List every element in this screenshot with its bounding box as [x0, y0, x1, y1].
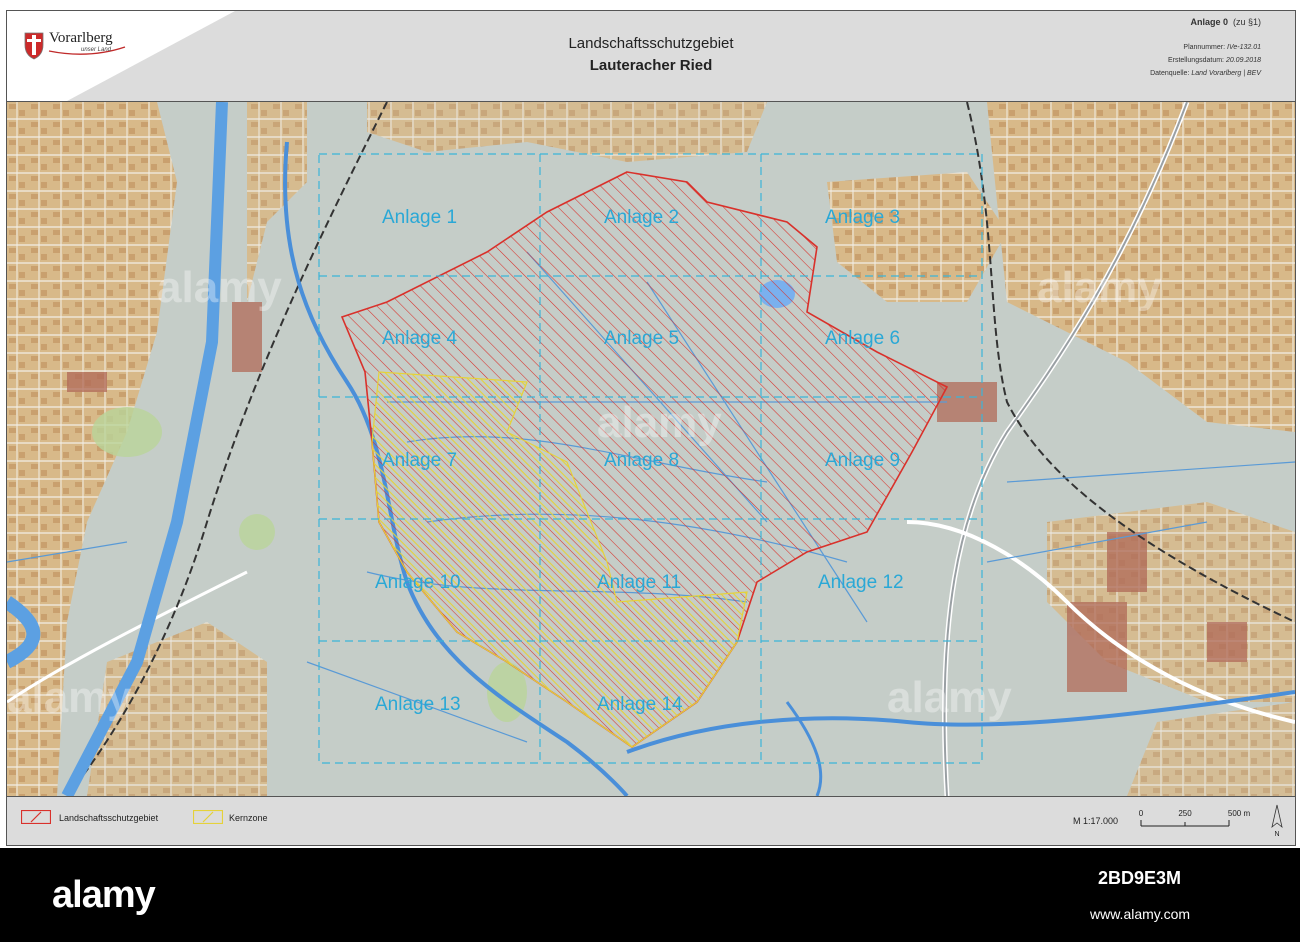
map-canvas: Anlage 1 Anlage 2 Anlage 3 Anlage 4 Anla…	[7, 101, 1295, 799]
map-subtitle: Lauteracher Ried	[589, 57, 713, 74]
creation-date: Erstellungsdatum: 20.09.2018	[1167, 57, 1261, 64]
scale-tick-0: 0	[1139, 809, 1144, 818]
anlage-label-8[interactable]: Anlage 8	[604, 450, 679, 471]
map-area[interactable]: Anlage 1 Anlage 2 Anlage 3 Anlage 4 Anla…	[7, 101, 1295, 799]
anlage-label-2[interactable]: Anlage 2	[604, 207, 679, 228]
watermark: alamy	[7, 673, 132, 722]
anlage-label-11[interactable]: Anlage 11	[597, 572, 681, 593]
legend-swatch-protected-area	[21, 810, 51, 824]
data-source: Datenquelle: Land Vorarlberg | BEV	[1150, 70, 1261, 77]
watermark: alamy	[157, 263, 282, 312]
stock-image-id: 2BD9E3M	[1098, 868, 1182, 888]
scale-ratio: M 1:17.000	[1073, 816, 1119, 826]
anlage-label-6[interactable]: Anlage 6	[825, 328, 900, 349]
anlage-label-12[interactable]: Anlage 12	[818, 572, 904, 593]
anlage-label-4[interactable]: Anlage 4	[382, 328, 457, 349]
anlage-label-1[interactable]: Anlage 1	[382, 207, 457, 228]
legend-label-protected-area: Landschaftsschutzgebiet	[59, 813, 159, 823]
map-footer: Landschaftsschutzgebiet Kernzone M 1:17.…	[7, 796, 1295, 845]
anlage-number: Anlage 0 (zu §1)	[1190, 17, 1261, 27]
plan-number: Plannummer: IVe-132.01	[1183, 44, 1261, 51]
anlage-label-14[interactable]: Anlage 14	[597, 694, 683, 715]
legend-swatch-core-zone	[193, 810, 223, 824]
anlage-label-13[interactable]: Anlage 13	[375, 694, 461, 715]
scale-bar: 0 250 500 m	[1139, 809, 1251, 827]
map-title: Landschaftsschutzgebiet	[568, 35, 734, 52]
legend-label-core-zone: Kernzone	[229, 813, 268, 823]
anlage-label-9[interactable]: Anlage 9	[825, 450, 900, 471]
north-label: N	[1274, 831, 1279, 838]
logo-background	[7, 11, 235, 101]
scale-tick-250: 250	[1178, 809, 1192, 818]
stock-logo: alamy	[52, 874, 156, 916]
anlage-label-5[interactable]: Anlage 5	[604, 328, 679, 349]
scale-tick-500: 500 m	[1228, 809, 1251, 818]
logo-panel: Vorarlberg unser Land	[7, 11, 242, 101]
watermark: alamy	[597, 398, 722, 447]
anlage-label-3[interactable]: Anlage 3	[825, 207, 900, 228]
anlage-ref: (zu §1)	[1232, 17, 1261, 27]
north-arrow-icon: N	[1271, 804, 1283, 838]
stock-photo-bar: alamy 2BD9E3M www.alamy.com	[0, 848, 1300, 942]
map-sheet: Vorarlberg unser Land Landschaftsschutzg…	[6, 10, 1296, 846]
map-metadata: Anlage 0 (zu §1) Plannummer: IVe-132.01 …	[1150, 17, 1261, 80]
anlage-label-10[interactable]: Anlage 10	[375, 572, 461, 593]
watermark: alamy	[887, 673, 1012, 722]
map-header: Vorarlberg unser Land Landschaftsschutzg…	[7, 11, 1295, 102]
stock-url[interactable]: www.alamy.com	[1090, 906, 1190, 922]
anlage-label-7[interactable]: Anlage 7	[382, 450, 457, 471]
watermark: alamy	[1037, 263, 1162, 312]
